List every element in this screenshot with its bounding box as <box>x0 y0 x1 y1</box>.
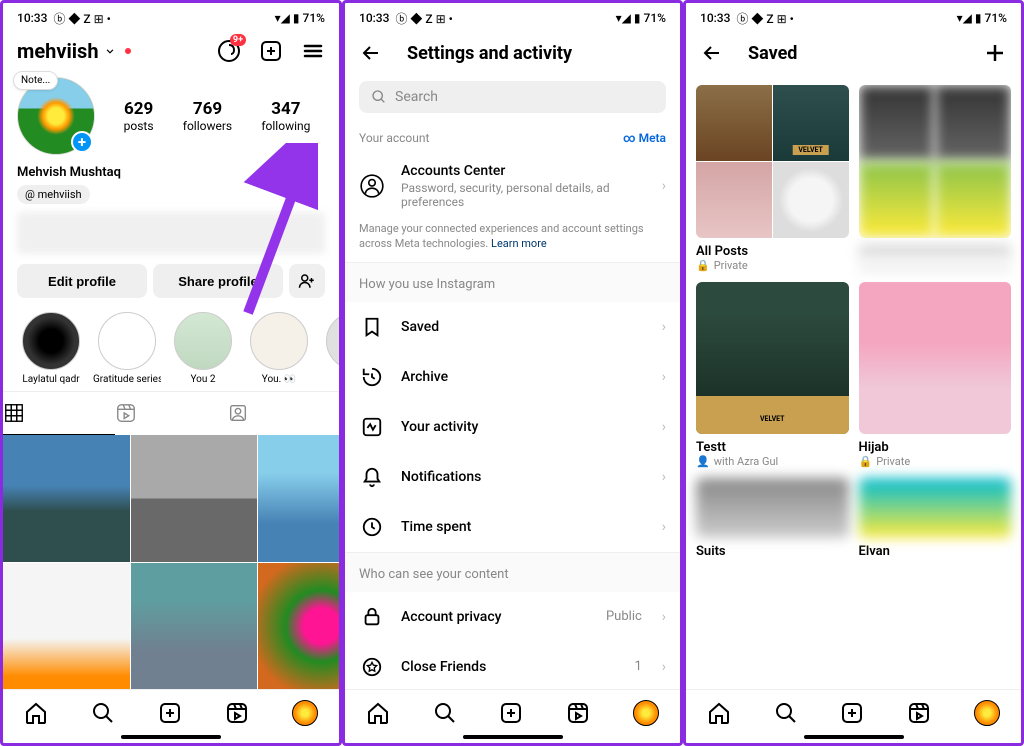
highlight-item[interactable]: You. 👀 <box>245 312 313 385</box>
search-icon[interactable] <box>91 701 115 725</box>
collection-item[interactable]: Elvan <box>859 478 1012 559</box>
lock-icon: 🔒 <box>859 455 873 468</box>
back-icon[interactable] <box>700 41 724 65</box>
info-text: Manage your connected experiences and ac… <box>345 221 680 262</box>
home-indicator[interactable] <box>804 735 904 739</box>
accounts-center-item[interactable]: Accounts Center Password, security, pers… <box>345 151 680 221</box>
tagged-tab[interactable] <box>227 392 339 435</box>
archive-item[interactable]: Archive › <box>345 352 680 402</box>
add-story-icon[interactable]: + <box>71 131 93 153</box>
badge-count: 9+ <box>230 34 246 46</box>
post-thumbnail[interactable] <box>3 435 130 562</box>
section-label: Your account <box>359 131 429 145</box>
notification-dot <box>125 48 131 54</box>
closefriends-item[interactable]: Close Friends 1› <box>345 642 680 689</box>
post-thumbnail[interactable] <box>131 563 258 690</box>
home-indicator[interactable] <box>121 735 221 739</box>
post-thumbnail[interactable] <box>258 435 339 562</box>
post-thumbnail[interactable] <box>131 435 258 562</box>
highlight-item[interactable]: Laylatul qadr <box>17 312 85 385</box>
saved-item[interactable]: Saved › <box>345 302 680 352</box>
home-indicator[interactable] <box>463 735 563 739</box>
notifications-item[interactable]: Notifications › <box>345 452 680 502</box>
note-button[interactable]: Note... <box>13 71 58 90</box>
following-stat[interactable]: 347following <box>261 99 310 133</box>
threads-chip[interactable]: @ mehviish <box>17 185 90 204</box>
status-bar: 10:33ⓑ ◆ Z ⊞ • ▾◢▮71% <box>3 3 339 29</box>
collection-item[interactable] <box>859 85 1012 272</box>
bio-text <box>17 212 325 254</box>
followers-stat[interactable]: 769followers <box>183 99 232 133</box>
threads-icon[interactable]: 9+ <box>217 39 241 63</box>
add-collection-icon[interactable] <box>983 41 1007 65</box>
activity-item[interactable]: Your activity › <box>345 402 680 452</box>
search-icon[interactable] <box>433 701 457 725</box>
archive-icon <box>359 364 385 390</box>
home-icon[interactable] <box>366 701 390 725</box>
privacy-item[interactable]: Account privacy Public› <box>345 592 680 642</box>
status-bar: 10:33ⓑ ◆ Z ⊞ • ▾◢▮71% <box>345 3 680 29</box>
reels-tab[interactable] <box>115 392 227 435</box>
reels-nav-icon[interactable] <box>907 701 931 725</box>
search-icon[interactable] <box>774 701 798 725</box>
clock-icon <box>359 514 385 540</box>
star-icon <box>359 654 385 680</box>
display-name: Mehvish Mushtaq <box>17 165 325 180</box>
home-icon[interactable] <box>707 701 731 725</box>
avatar-icon: 👤 <box>696 455 710 468</box>
highlight-item[interactable]: You 2 <box>169 312 237 385</box>
bell-icon <box>359 464 385 490</box>
share-profile-button[interactable]: Share profile <box>153 264 283 298</box>
post-thumbnail[interactable] <box>258 563 339 690</box>
timespent-item[interactable]: Time spent › <box>345 502 680 552</box>
bookmark-icon <box>359 314 385 340</box>
highlight-item[interactable]: Gratitude series <box>93 312 161 385</box>
home-icon[interactable] <box>24 701 48 725</box>
reels-nav-icon[interactable] <box>225 701 249 725</box>
posts-stat[interactable]: 629posts <box>124 99 154 133</box>
highlight-item[interactable]: G <box>321 312 339 385</box>
grid-tab[interactable] <box>3 392 115 435</box>
create-nav-icon[interactable] <box>840 701 864 725</box>
profile-nav-icon[interactable] <box>974 700 1000 726</box>
meta-logo: ∞ Meta <box>623 131 666 145</box>
create-nav-icon[interactable] <box>158 701 182 725</box>
collection-item[interactable]: VELVET All Posts 🔒Private <box>696 85 849 272</box>
post-thumbnail[interactable] <box>3 563 130 690</box>
lock-icon <box>359 604 385 630</box>
create-icon[interactable] <box>259 39 283 63</box>
discover-people-button[interactable] <box>289 264 325 298</box>
menu-icon[interactable] <box>301 39 325 63</box>
create-nav-icon[interactable] <box>499 701 523 725</box>
section-label: Who can see your content <box>345 552 680 592</box>
search-input[interactable]: Search <box>359 81 666 113</box>
username-dropdown[interactable]: mehviish <box>17 39 131 63</box>
profile-nav-icon[interactable] <box>633 700 659 726</box>
lock-icon: 🔒 <box>696 259 710 272</box>
reels-nav-icon[interactable] <box>566 701 590 725</box>
page-title: Settings and activity <box>407 43 572 64</box>
edit-profile-button[interactable]: Edit profile <box>17 264 147 298</box>
learn-more-link[interactable]: Learn more <box>491 237 547 250</box>
page-title: Saved <box>748 43 959 64</box>
collection-item[interactable]: Suits <box>696 478 849 559</box>
section-label: How you use Instagram <box>345 262 680 302</box>
collection-item[interactable]: Hijab 🔒Private <box>859 282 1012 469</box>
back-icon[interactable] <box>359 41 383 65</box>
status-bar: 10:33ⓑ ◆ Z ⊞ • ▾◢▮71% <box>686 3 1021 29</box>
activity-icon <box>359 414 385 440</box>
profile-nav-icon[interactable] <box>292 700 318 726</box>
collection-item[interactable]: VELVET Testt 👤with Azra Gul <box>696 282 849 469</box>
